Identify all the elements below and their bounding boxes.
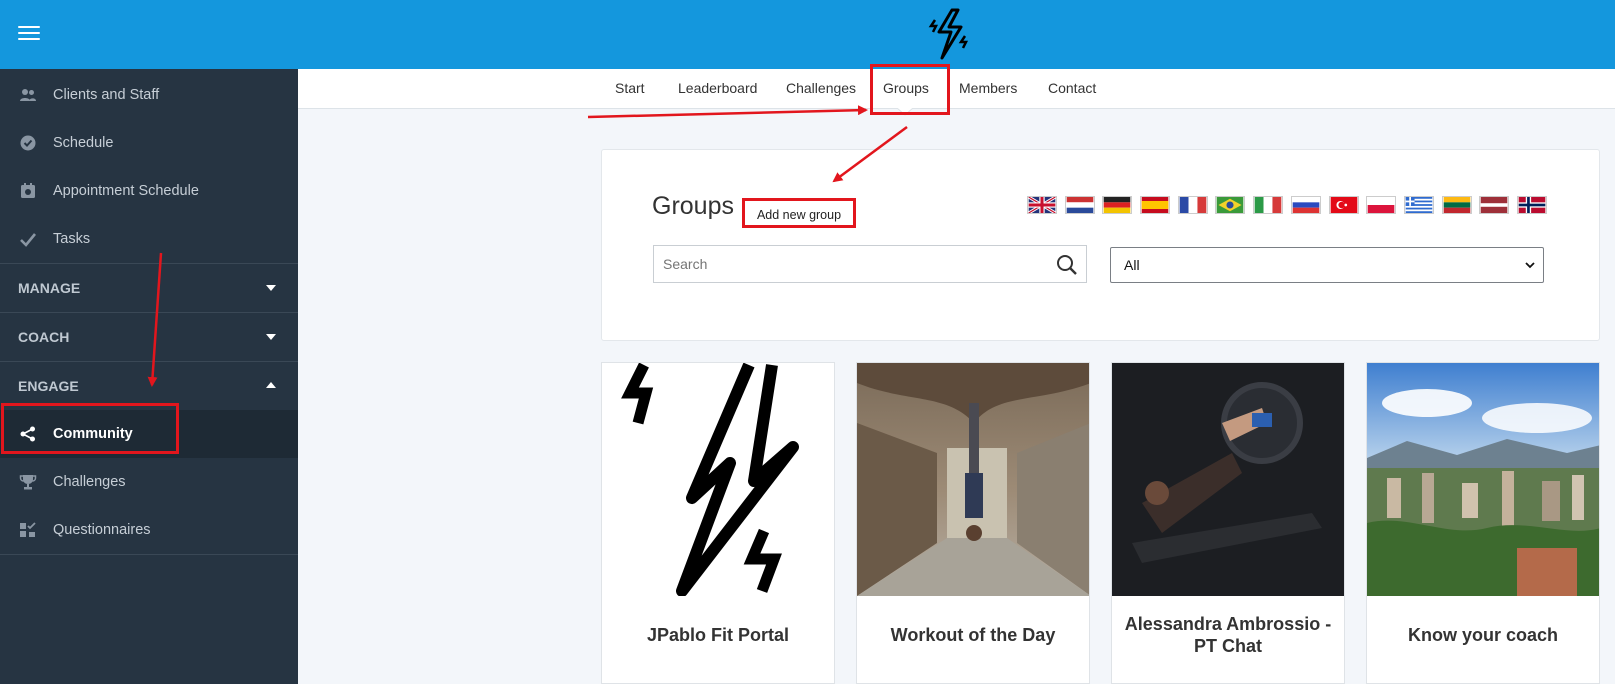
- tab-contact[interactable]: Contact: [1048, 69, 1096, 109]
- sidebar-item-label: Schedule: [53, 135, 114, 151]
- checklist-icon: [19, 521, 37, 539]
- trophy-icon: [19, 473, 37, 491]
- sidebar-section-engage[interactable]: ENGAGE: [0, 361, 298, 410]
- sidebar-item-label: Challenges: [53, 474, 126, 490]
- search-field[interactable]: [653, 245, 1087, 283]
- uk-flag-icon[interactable]: [1027, 196, 1057, 214]
- language-flags: [1027, 196, 1555, 214]
- group-card[interactable]: JPablo Fit Portal: [601, 362, 835, 684]
- sidebar-section-label: MANAGE: [18, 280, 81, 296]
- tab-challenges[interactable]: Challenges: [786, 69, 856, 109]
- leg-press-photo: [1112, 363, 1344, 596]
- top-nav: Start Leaderboard Challenges Groups Memb…: [298, 69, 1615, 109]
- sidebar-item-questionnaires[interactable]: Questionnaires: [0, 506, 298, 554]
- active-tab-pointer: [897, 108, 913, 116]
- checkmark-icon: [19, 230, 37, 248]
- group-card-title: Alessandra Ambrossio - PT Chat: [1124, 613, 1332, 656]
- group-card-title: Workout of the Day: [890, 624, 1056, 645]
- search-input[interactable]: [654, 246, 1034, 282]
- norway-flag-icon[interactable]: [1516, 196, 1547, 214]
- group-card[interactable]: Workout of the Day: [856, 362, 1090, 684]
- sidebar: Clients and Staff Schedule Appointment S…: [0, 69, 298, 684]
- lightning-bolt-logo: [602, 363, 834, 596]
- people-icon: [19, 86, 37, 104]
- sidebar-item-appointment-schedule[interactable]: Appointment Schedule: [0, 167, 298, 215]
- group-card[interactable]: Alessandra Ambrossio - PT Chat: [1111, 362, 1345, 684]
- group-card[interactable]: Know your coach: [1366, 362, 1600, 684]
- search-icon[interactable]: [1056, 254, 1078, 276]
- top-bar: [0, 0, 1615, 69]
- france-flag-icon[interactable]: [1177, 196, 1208, 214]
- tab-groups[interactable]: Groups: [883, 69, 929, 109]
- clock-check-icon: [19, 134, 37, 152]
- sidebar-section-label: ENGAGE: [18, 378, 79, 394]
- city-landscape-photo: [1367, 363, 1599, 596]
- greece-flag-icon[interactable]: [1403, 196, 1434, 214]
- spain-flag-icon[interactable]: [1140, 196, 1171, 214]
- handstand-photo: [857, 363, 1089, 596]
- latvia-flag-icon[interactable]: [1479, 196, 1510, 214]
- italy-flag-icon[interactable]: [1253, 196, 1284, 214]
- sidebar-section-manage[interactable]: MANAGE: [0, 263, 298, 312]
- netherlands-flag-icon[interactable]: [1064, 196, 1095, 214]
- tab-leaderboard[interactable]: Leaderboard: [678, 69, 757, 109]
- poland-flag-icon[interactable]: [1366, 196, 1397, 214]
- sidebar-section-coach[interactable]: COACH: [0, 312, 298, 361]
- arrow-to-groups-tab: [587, 105, 868, 119]
- sidebar-item-community[interactable]: Community: [0, 410, 298, 458]
- sidebar-divider: [0, 554, 298, 555]
- share-icon: [19, 425, 37, 443]
- hamburger-icon[interactable]: [18, 26, 40, 42]
- lightning-logo-icon[interactable]: [925, 8, 973, 60]
- sidebar-item-tasks[interactable]: Tasks: [0, 215, 298, 263]
- tab-members[interactable]: Members: [959, 69, 1017, 109]
- sidebar-item-label: Community: [53, 426, 133, 442]
- tab-start[interactable]: Start: [615, 69, 645, 109]
- chevron-down-icon: [1525, 262, 1535, 269]
- group-filter-select[interactable]: All: [1110, 247, 1544, 283]
- caret-up-icon: [266, 382, 276, 388]
- sidebar-item-label: Tasks: [53, 231, 91, 247]
- group-card-title: JPablo Fit Portal: [646, 624, 790, 645]
- sidebar-section-label: COACH: [18, 329, 70, 345]
- group-card-title: Know your coach: [1407, 624, 1559, 645]
- sidebar-item-challenges[interactable]: Challenges: [0, 458, 298, 506]
- sidebar-item-label: Clients and Staff: [53, 87, 160, 103]
- calendar-icon: [19, 182, 37, 200]
- caret-down-icon: [266, 285, 276, 291]
- page-title: Groups: [652, 192, 734, 220]
- caret-down-icon: [266, 334, 276, 340]
- germany-flag-icon[interactable]: [1102, 196, 1133, 214]
- russia-flag-icon[interactable]: [1290, 196, 1321, 214]
- turkey-flag-icon[interactable]: [1328, 196, 1359, 214]
- sidebar-item-clients-and-staff[interactable]: Clients and Staff: [0, 71, 298, 119]
- lithuania-flag-icon[interactable]: [1441, 196, 1472, 214]
- sidebar-item-label: Questionnaires: [53, 522, 151, 538]
- sidebar-item-label: Appointment Schedule: [53, 183, 199, 199]
- add-new-group-button[interactable]: Add new group: [742, 198, 856, 228]
- select-value: All: [1124, 257, 1140, 273]
- sidebar-item-schedule[interactable]: Schedule: [0, 119, 298, 167]
- brazil-flag-icon[interactable]: [1215, 196, 1246, 214]
